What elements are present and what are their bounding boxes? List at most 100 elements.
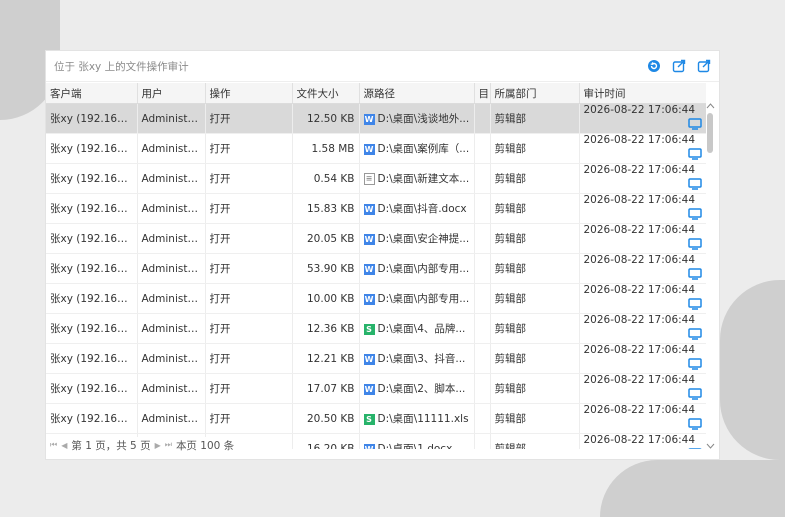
- cell-operation: 打开: [205, 253, 293, 284]
- audit-time-text: 2026-08-22 17:06:44: [583, 434, 696, 446]
- cell-user: Administra...: [137, 103, 206, 134]
- cell-client: 张xy (192.168.3...: [46, 283, 138, 314]
- table-row[interactable]: 张xy (192.168.3... Administra... 打开 20.05 KB…: [46, 223, 706, 254]
- cell-audit-time: 2026-08-22 17:06:44: [579, 313, 706, 344]
- monitor-icon[interactable]: [687, 118, 702, 133]
- source-path-text: D:\桌面\2、脚本...: [377, 383, 466, 395]
- cell-file-size: 17.07 KB: [292, 373, 360, 404]
- cell-file-size: 10.00 KB: [292, 283, 360, 314]
- column-header-source-path[interactable]: 源路径: [359, 83, 475, 104]
- cell-client: 张xy (192.168.3...: [46, 193, 138, 224]
- first-page-icon[interactable]: ⏮: [50, 440, 57, 450]
- monitor-icon[interactable]: [687, 388, 702, 403]
- cell-audit-time: 2026-08-22 17:06:44: [579, 373, 706, 404]
- cell-audit-time: 2026-08-22 17:06:44: [579, 283, 706, 314]
- cell-target: [474, 283, 491, 314]
- cell-user: Administra...: [137, 343, 206, 374]
- cell-source-path: W D:\桌面\浅谈地外...: [359, 103, 475, 134]
- cell-audit-time: 2026-08-22 17:06:44: [579, 193, 706, 224]
- column-header-target[interactable]: 目: [474, 83, 491, 104]
- source-path-text: D:\桌面\新建文本...: [377, 173, 470, 185]
- cell-operation: 打开: [205, 103, 293, 134]
- cell-target: [474, 193, 491, 224]
- column-header-operation[interactable]: 操作: [205, 83, 293, 104]
- panel-header: 位于 张xy 上的文件操作审计: [46, 51, 719, 82]
- table-row[interactable]: 张xy (192.168.3... Administra... 打开 20.50 KB…: [46, 403, 706, 434]
- cell-department: 剪辑部: [490, 223, 580, 254]
- column-header-file-size[interactable]: 文件大小: [292, 83, 360, 104]
- monitor-icon[interactable]: [687, 238, 702, 253]
- cell-operation: 打开: [205, 403, 293, 434]
- header-toolbar: [646, 59, 711, 74]
- cell-client: 张xy (192.168.3...: [46, 223, 138, 254]
- cell-client: 张xy (192.168.3...: [46, 103, 138, 134]
- cell-file-size: 16.20 KB: [292, 433, 360, 449]
- cell-audit-time: 2026-08-22 17:06:44: [579, 403, 706, 434]
- file-audit-panel: 位于 张xy 上的文件操作审计 客户端 用户 操作 文件大小 源路径 目 所属部…: [45, 50, 720, 460]
- cell-department: 剪辑部: [490, 163, 580, 194]
- source-path-text: D:\桌面\浅谈地外...: [377, 113, 470, 125]
- cell-target: [474, 433, 491, 449]
- cell-user: Administra...: [137, 313, 206, 344]
- table-row[interactable]: 张xy (192.168.3... Administra... 打开 15.83 KB…: [46, 193, 706, 224]
- word-file-icon: W: [363, 443, 375, 449]
- cell-target: [474, 373, 491, 404]
- word-file-icon: W: [363, 233, 375, 245]
- audit-time-text: 2026-08-22 17:06:44: [583, 134, 696, 146]
- vertical-scrollbar[interactable]: [706, 103, 715, 449]
- cell-operation: 打开: [205, 163, 293, 194]
- column-header-department[interactable]: 所属部门: [490, 83, 580, 104]
- last-page-icon[interactable]: ⏭: [165, 440, 172, 450]
- scrollbar-thumb[interactable]: [707, 113, 713, 153]
- cell-client: 张xy (192.168.3...: [46, 403, 138, 434]
- column-header-audit-time[interactable]: 审计时间: [579, 83, 706, 104]
- table-row[interactable]: 张xy (192.168.3... Administra... 打开 12.36 KB…: [46, 313, 706, 344]
- word-file-icon: W: [363, 293, 375, 305]
- monitor-icon[interactable]: [687, 208, 702, 223]
- table-row[interactable]: 张xy (192.168.3... Administra... 打开 53.90 KB…: [46, 253, 706, 284]
- monitor-icon[interactable]: [687, 358, 702, 373]
- monitor-icon[interactable]: [687, 148, 702, 163]
- table-row[interactable]: 张xy (192.168.3... Administra... 打开 0.54 KB ≡…: [46, 163, 706, 194]
- table-row[interactable]: 张xy (192.168.3... Administra... 打开 12.50 KB…: [46, 103, 706, 134]
- monitor-icon[interactable]: [687, 178, 702, 193]
- cell-audit-time: 2026-08-22 17:06:44: [579, 163, 706, 194]
- column-header-user[interactable]: 用户: [137, 83, 206, 104]
- monitor-icon[interactable]: [687, 328, 702, 343]
- cell-department: 剪辑部: [490, 433, 580, 449]
- monitor-icon[interactable]: [688, 448, 702, 449]
- cell-operation: 打开: [205, 223, 293, 254]
- cell-department: 剪辑部: [490, 133, 580, 164]
- scroll-down-icon: [706, 443, 715, 449]
- cell-department: 剪辑部: [490, 343, 580, 374]
- monitor-icon[interactable]: [687, 268, 702, 283]
- monitor-icon[interactable]: [687, 298, 702, 313]
- cell-file-size: 1.58 MB: [292, 133, 360, 164]
- cell-file-size: 12.36 KB: [292, 313, 360, 344]
- cell-source-path: ≡ D:\桌面\新建文本...: [359, 163, 475, 194]
- audit-time-text: 2026-08-22 17:06:44: [583, 254, 696, 266]
- table-row[interactable]: 张xy (192.168.3... Administra... 打开 10.00 KB…: [46, 283, 706, 314]
- table-row[interactable]: 张xy (192.168.3... Administra... 打开 17.07 KB…: [46, 373, 706, 404]
- table-row[interactable]: 张xy (192.168.3... Administra... 打开 1.58 MB W…: [46, 133, 706, 164]
- word-file-icon: W: [363, 143, 375, 155]
- cell-source-path: W D:\桌面\内部专用...: [359, 253, 475, 284]
- monitor-icon[interactable]: [687, 418, 702, 433]
- cell-target: [474, 103, 491, 134]
- refresh-icon[interactable]: [646, 59, 661, 74]
- pagination-bar: ⏮ ◀ 第 1 页，共 5 页 ▶ ⏭ 本页 100 条: [46, 437, 250, 453]
- source-path-text: D:\桌面\内部专用...: [377, 263, 470, 275]
- table-row[interactable]: 张xy (192.168.3... Administra... 打开 12.21 KB…: [46, 343, 706, 374]
- prev-page-icon[interactable]: ◀: [61, 441, 67, 450]
- cell-audit-time: 2026-08-22 17:06:44: [579, 433, 706, 449]
- column-header-client[interactable]: 客户端: [46, 83, 138, 104]
- cell-user: Administra...: [137, 133, 206, 164]
- cell-department: 剪辑部: [490, 403, 580, 434]
- cell-file-size: 0.54 KB: [292, 163, 360, 194]
- audit-time-text: 2026-08-22 17:06:44: [583, 194, 696, 206]
- share-icon[interactable]: [696, 59, 711, 74]
- cell-target: [474, 253, 491, 284]
- next-page-icon[interactable]: ▶: [155, 441, 161, 450]
- cell-client: 张xy (192.168.3...: [46, 313, 138, 344]
- export-icon[interactable]: [671, 59, 686, 74]
